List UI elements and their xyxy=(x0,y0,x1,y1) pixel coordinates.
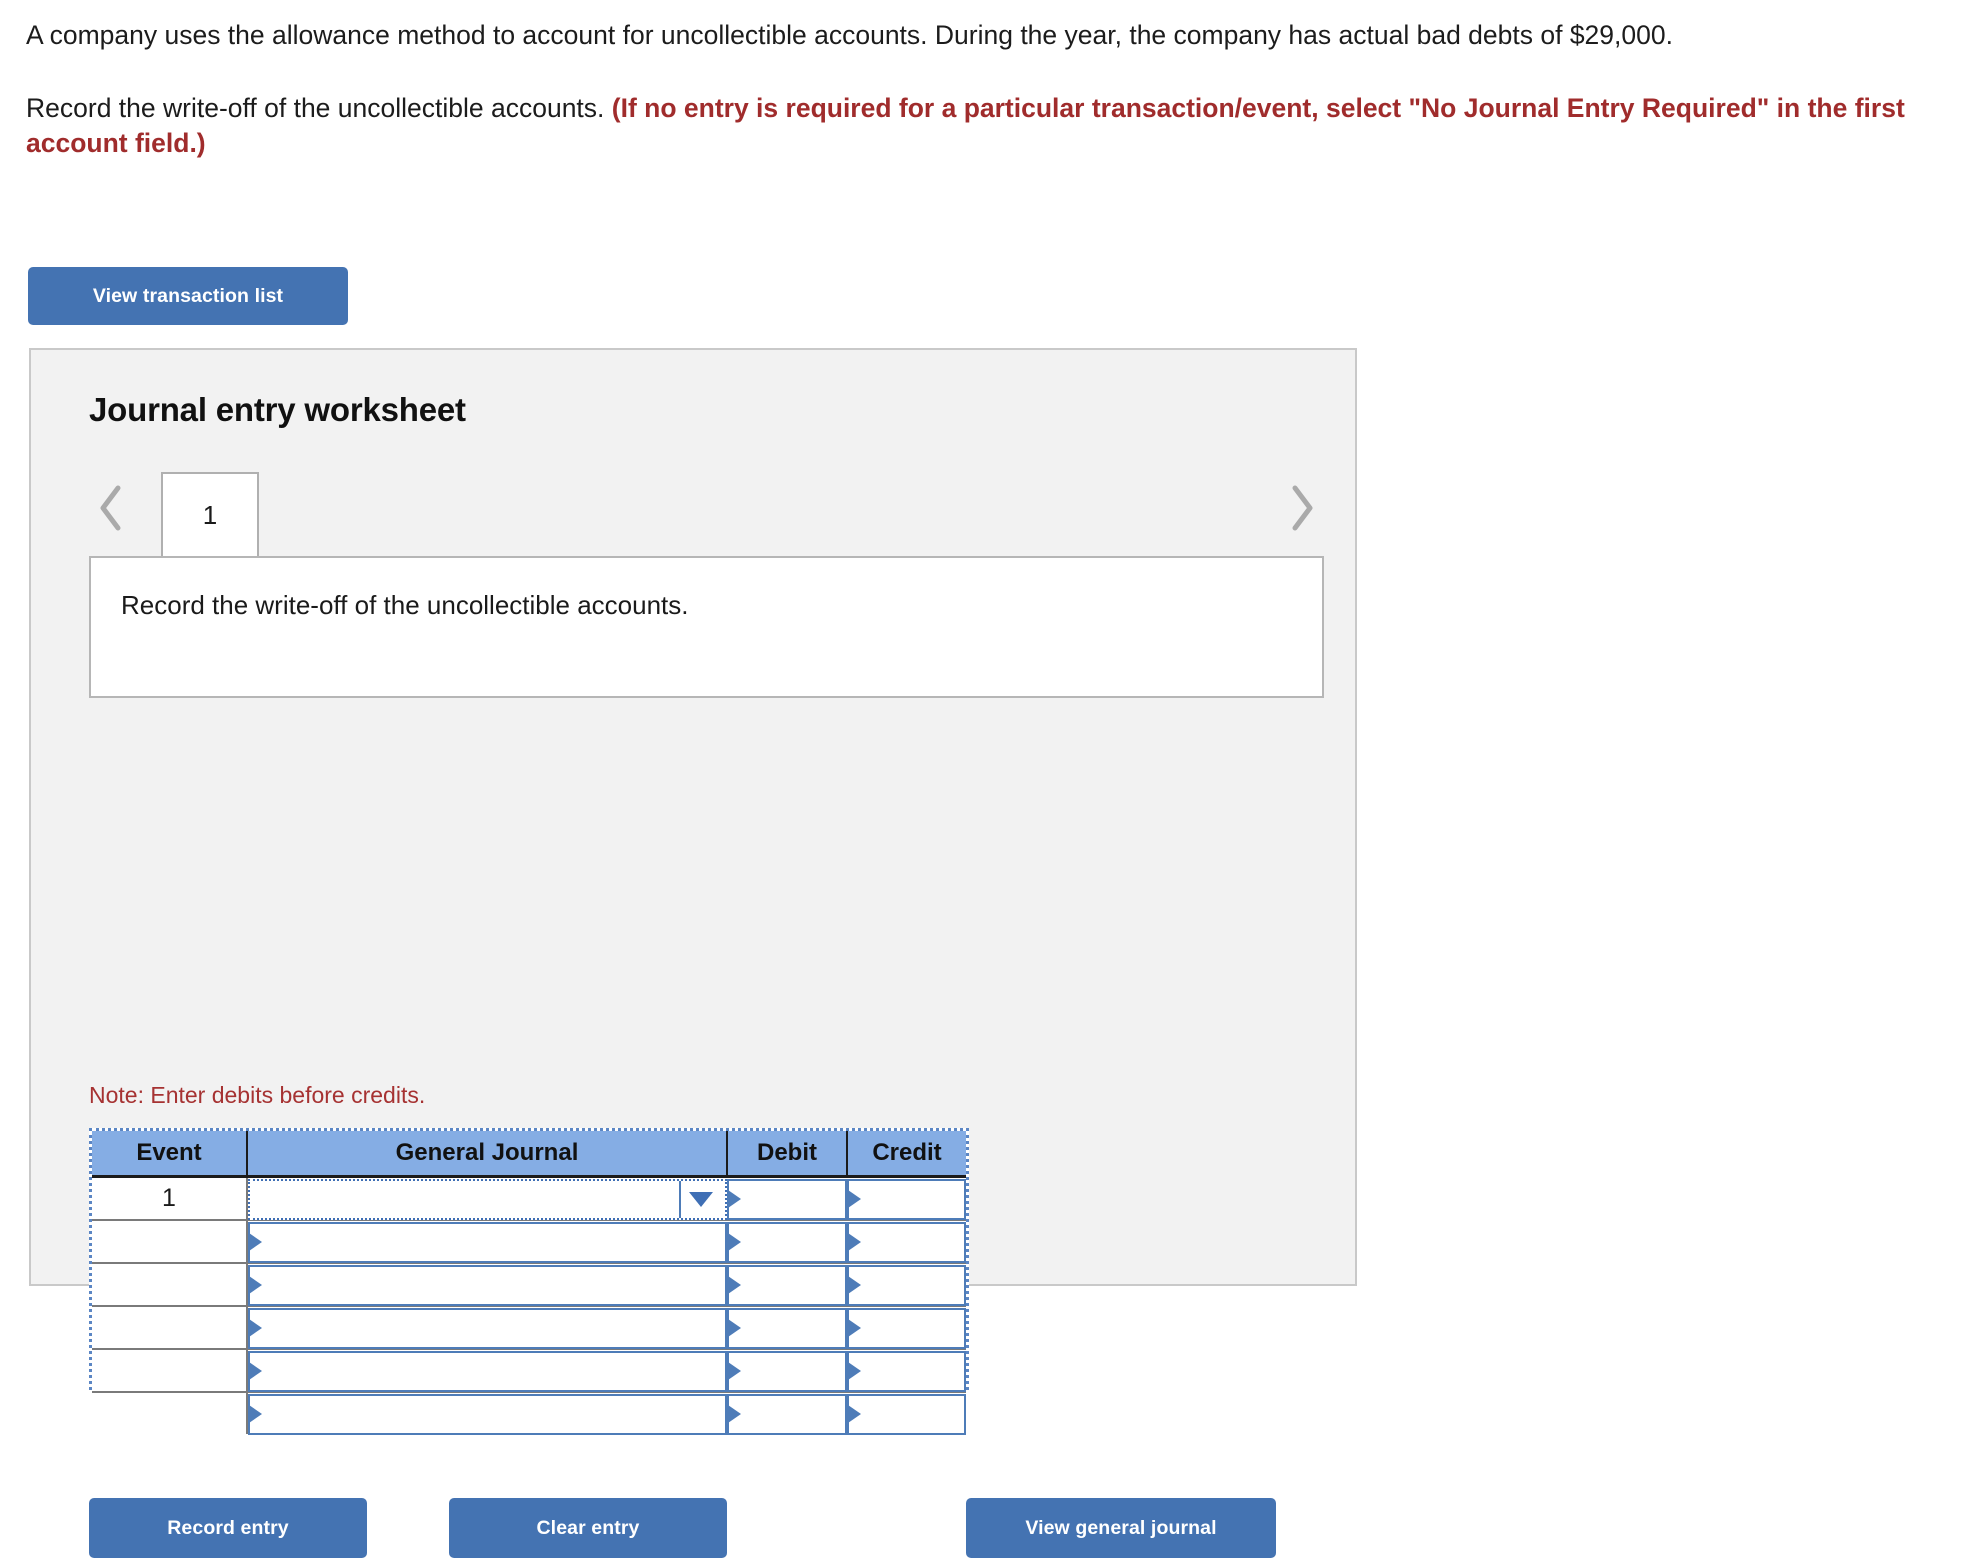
expand-caret-icon xyxy=(728,1276,741,1294)
expand-caret-icon xyxy=(848,1362,861,1380)
debit-cell[interactable] xyxy=(727,1306,847,1350)
event-number-cell xyxy=(92,1349,248,1393)
expand-caret-icon xyxy=(848,1190,861,1208)
chevron-down-icon[interactable] xyxy=(679,1180,721,1218)
debit-input[interactable] xyxy=(727,1264,847,1306)
debit-cell[interactable] xyxy=(727,1220,847,1264)
page-title: Journal entry worksheet xyxy=(89,391,466,428)
clear-entry-button[interactable]: Clear entry xyxy=(449,1498,727,1558)
debit-cell[interactable] xyxy=(727,1392,847,1435)
journal-entry-table-container: Event General Journal Debit Credit 1 xyxy=(89,1128,969,1435)
chevron-left-icon[interactable] xyxy=(89,477,133,539)
table-row xyxy=(92,1263,966,1307)
credit-cell[interactable] xyxy=(847,1220,966,1264)
record-entry-button[interactable]: Record entry xyxy=(89,1498,367,1558)
expand-caret-icon xyxy=(249,1362,262,1380)
column-header-credit: Credit xyxy=(847,1131,966,1178)
expand-caret-icon xyxy=(848,1319,861,1337)
debit-cell[interactable] xyxy=(727,1349,847,1393)
expand-caret-icon xyxy=(728,1190,741,1208)
general-journal-input[interactable] xyxy=(248,1264,727,1306)
expand-caret-icon xyxy=(728,1233,741,1251)
credit-input[interactable] xyxy=(847,1393,966,1435)
expand-caret-icon xyxy=(249,1233,262,1251)
general-journal-input[interactable] xyxy=(248,1307,727,1349)
expand-caret-icon xyxy=(728,1362,741,1380)
credit-input[interactable] xyxy=(847,1307,966,1349)
expand-caret-icon xyxy=(848,1276,861,1294)
general-journal-cell[interactable] xyxy=(247,1349,727,1393)
general-journal-input[interactable] xyxy=(248,1393,727,1435)
chevron-right-icon[interactable] xyxy=(1280,477,1324,539)
debit-cell[interactable] xyxy=(727,1176,847,1221)
credit-cell[interactable] xyxy=(847,1176,966,1221)
expand-caret-icon xyxy=(249,1276,262,1294)
expand-caret-icon xyxy=(249,1319,262,1337)
problem-paragraph-2: Record the write-off of the uncollectibl… xyxy=(26,91,1926,161)
view-transaction-list-button[interactable]: View transaction list xyxy=(28,267,348,325)
debit-cell[interactable] xyxy=(727,1263,847,1307)
tab-1[interactable]: 1 xyxy=(161,472,259,556)
general-journal-cell[interactable] xyxy=(247,1306,727,1350)
debits-before-credits-note: Note: Enter debits before credits. xyxy=(89,1082,426,1108)
column-header-event: Event xyxy=(92,1131,248,1178)
column-header-debit: Debit xyxy=(727,1131,848,1178)
transaction-description-text: Record the write-off of the uncollectibl… xyxy=(121,590,689,620)
table-row xyxy=(92,1349,966,1393)
general-journal-cell[interactable] xyxy=(247,1220,727,1264)
debit-input[interactable] xyxy=(727,1178,847,1220)
event-number-cell xyxy=(92,1392,248,1434)
transaction-description-box: Record the write-off of the uncollectibl… xyxy=(89,556,1324,698)
journal-entry-table: Event General Journal Debit Credit 1 xyxy=(92,1131,966,1435)
problem-statement: A company uses the allowance method to a… xyxy=(26,18,1926,161)
credit-cell[interactable] xyxy=(847,1263,966,1307)
general-journal-cell[interactable] xyxy=(247,1176,727,1221)
credit-input[interactable] xyxy=(847,1178,966,1220)
problem-paragraph-1: A company uses the allowance method to a… xyxy=(26,20,1673,50)
problem-paragraph-2-plain: Record the write-off of the uncollectibl… xyxy=(26,92,612,123)
event-number-cell xyxy=(92,1263,248,1307)
column-header-general-journal: General Journal xyxy=(247,1131,728,1178)
expand-caret-icon xyxy=(848,1405,861,1423)
expand-caret-icon xyxy=(848,1233,861,1251)
event-number-cell xyxy=(92,1220,248,1264)
table-row: 1 xyxy=(92,1176,966,1221)
table-header-row: Event General Journal Debit Credit xyxy=(92,1131,966,1178)
general-journal-cell[interactable] xyxy=(247,1392,727,1435)
view-general-journal-button[interactable]: View general journal xyxy=(966,1498,1276,1558)
general-journal-cell[interactable] xyxy=(247,1263,727,1307)
table-row xyxy=(92,1392,966,1435)
journal-entry-worksheet-panel: Journal entry worksheet 1 Record the wri… xyxy=(29,348,1357,1558)
general-journal-input[interactable] xyxy=(248,1178,727,1220)
credit-cell[interactable] xyxy=(847,1392,966,1435)
event-number-cell xyxy=(92,1306,248,1350)
credit-input[interactable] xyxy=(847,1350,966,1392)
event-number-cell: 1 xyxy=(92,1176,248,1221)
credit-cell[interactable] xyxy=(847,1306,966,1350)
debit-input[interactable] xyxy=(727,1393,847,1435)
debit-input[interactable] xyxy=(727,1350,847,1392)
expand-caret-icon xyxy=(728,1319,741,1337)
credit-cell[interactable] xyxy=(847,1349,966,1393)
debit-input[interactable] xyxy=(727,1221,847,1263)
credit-input[interactable] xyxy=(847,1264,966,1306)
general-journal-input[interactable] xyxy=(248,1221,727,1263)
worksheet-tabstrip: 1 xyxy=(89,472,1324,556)
general-journal-input[interactable] xyxy=(248,1350,727,1392)
tab-1-label: 1 xyxy=(202,499,218,530)
table-row xyxy=(92,1220,966,1264)
expand-caret-icon xyxy=(728,1405,741,1423)
expand-caret-icon xyxy=(249,1405,262,1423)
credit-input[interactable] xyxy=(847,1221,966,1263)
table-row xyxy=(92,1306,966,1350)
debit-input[interactable] xyxy=(727,1307,847,1349)
